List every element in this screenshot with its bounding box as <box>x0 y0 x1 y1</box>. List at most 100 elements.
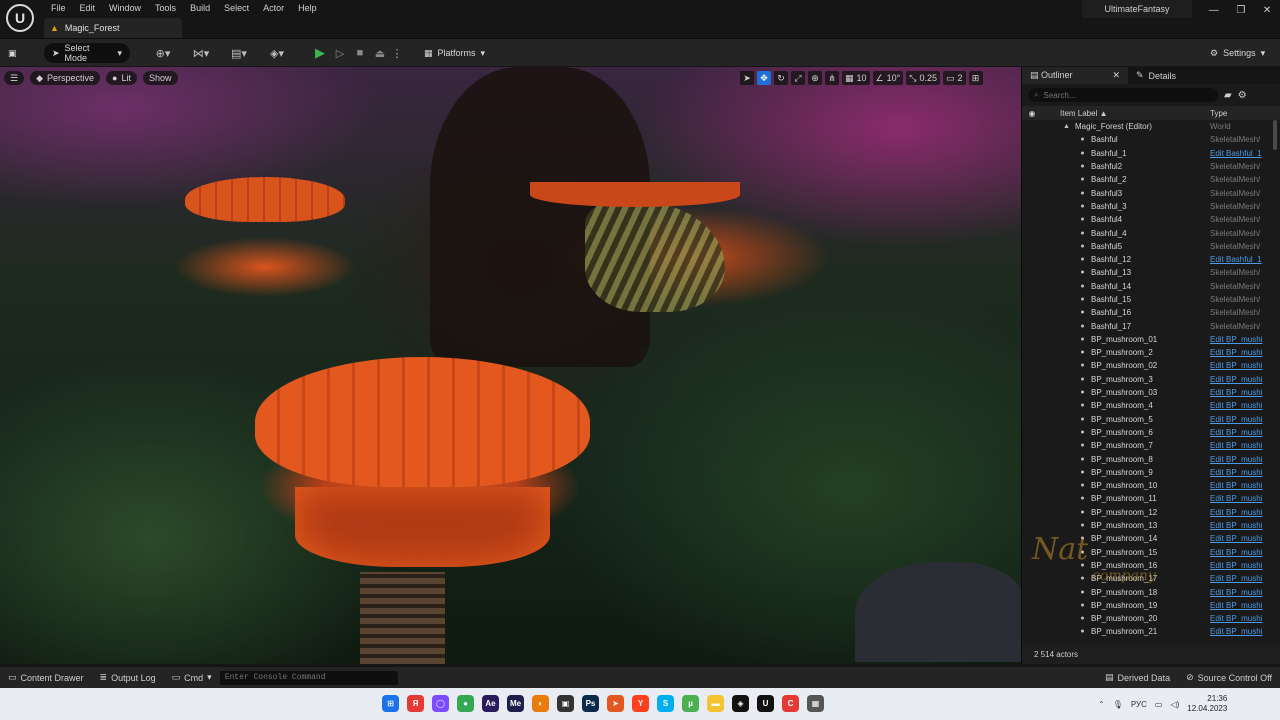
eye-icon[interactable]: ◉ <box>1022 109 1042 118</box>
windows-start-icon[interactable]: ⊞ <box>382 695 399 712</box>
grid-snap-button[interactable]: ▦ 10 <box>842 71 870 85</box>
edit-blueprint-link[interactable]: Edit BP_mushi <box>1210 361 1268 370</box>
outliner-row[interactable]: ● Bashful_14 SkeletalMesh/ <box>1022 280 1280 293</box>
save-button[interactable]: ▣ <box>8 43 26 63</box>
outliner-row[interactable]: ● Bashful SkeletalMesh/ <box>1022 133 1280 146</box>
outliner-row[interactable]: ● BP_mushroom_17 Edit BP_mushi <box>1022 572 1280 585</box>
blueprints-button[interactable]: ⋈▾ <box>188 43 214 63</box>
play-button[interactable]: ▶ <box>312 43 328 63</box>
translate-tool-button[interactable]: ✥ <box>757 71 771 85</box>
outliner-row[interactable]: ● BP_mushroom_02 Edit BP_mushi <box>1022 359 1280 372</box>
edit-blueprint-link[interactable]: Edit BP_mushi <box>1210 348 1268 357</box>
column-type[interactable]: Type <box>1210 109 1227 118</box>
blender-icon[interactable]: ◐ <box>532 695 549 712</box>
edit-blueprint-link[interactable]: Edit BP_mushi <box>1210 574 1268 583</box>
outliner-row[interactable]: ● Bashful3 SkeletalMesh/ <box>1022 186 1280 199</box>
outliner-row[interactable]: ● BP_mushroom_14 Edit BP_mushi <box>1022 532 1280 545</box>
alice-icon[interactable]: ◯ <box>432 695 449 712</box>
console-command-input[interactable] <box>219 670 398 685</box>
clock[interactable]: 21:36 12.04.2023 <box>1187 694 1227 714</box>
chevron-up-icon[interactable]: ⌃ <box>1098 700 1105 709</box>
edit-blueprint-link[interactable]: Edit Bashful_1 <box>1210 149 1268 158</box>
coreldraw-icon[interactable]: C <box>782 695 799 712</box>
yandex-icon[interactable]: Y <box>632 695 649 712</box>
microphone-icon[interactable]: 🎙 <box>1113 700 1123 709</box>
outliner-row[interactable]: ● Bashful_13 SkeletalMesh/ <box>1022 266 1280 279</box>
folder-add-icon[interactable]: ▰ <box>1224 90 1232 101</box>
language-indicator[interactable]: РУС <box>1131 700 1147 709</box>
outliner-row[interactable]: ● BP_mushroom_16 Edit BP_mushi <box>1022 559 1280 572</box>
lit-button[interactable]: ● Lit <box>106 71 137 85</box>
edit-blueprint-link[interactable]: Edit BP_mushi <box>1210 441 1268 450</box>
outliner-row[interactable]: ● Bashful_17 SkeletalMesh/ <box>1022 319 1280 332</box>
settings-dropdown[interactable]: ⚙ Settings ▾ <box>1210 43 1265 63</box>
outliner-row[interactable]: ● BP_mushroom_19 Edit BP_mushi <box>1022 599 1280 612</box>
surface-snap-button[interactable]: ⋔ <box>825 71 839 85</box>
tab-details[interactable]: ✎ Details <box>1128 67 1184 84</box>
edit-blueprint-link[interactable]: Edit BP_mushi <box>1210 335 1268 344</box>
chrome-icon[interactable]: ● <box>457 695 474 712</box>
edit-blueprint-link[interactable]: Edit BP_mushi <box>1210 481 1268 490</box>
nvidia-icon[interactable]: ◈ <box>732 695 749 712</box>
outliner-row[interactable]: ● Bashful4 SkeletalMesh/ <box>1022 213 1280 226</box>
column-item-label[interactable]: Item Label ▲ <box>1042 109 1210 118</box>
edit-blueprint-link[interactable]: Edit BP_mushi <box>1210 415 1268 424</box>
menu-window[interactable]: Window <box>102 2 148 14</box>
outliner-row[interactable]: ● BP_mushroom_7 Edit BP_mushi <box>1022 439 1280 452</box>
outliner-row[interactable]: ● Bashful2 SkeletalMesh/ <box>1022 160 1280 173</box>
edit-blueprint-link[interactable]: Edit BP_mushi <box>1210 375 1268 384</box>
yandex-browser-icon[interactable]: Я <box>407 695 424 712</box>
search-input[interactable] <box>1043 90 1204 100</box>
stop-button[interactable]: ■ <box>352 43 368 63</box>
outliner-row[interactable]: ● BP_mushroom_8 Edit BP_mushi <box>1022 452 1280 465</box>
media-encoder-icon[interactable]: Me <box>507 695 524 712</box>
menu-file[interactable]: File <box>44 2 73 14</box>
maximize-viewport-button[interactable]: ⊞ <box>968 71 983 85</box>
select-tool-button[interactable]: ➤ <box>740 71 754 85</box>
rotate-tool-button[interactable]: ↻ <box>774 71 788 85</box>
content-drawer-button[interactable]: ▭ Content Drawer <box>0 667 92 688</box>
edit-blueprint-link[interactable]: Edit Bashful_1 <box>1210 255 1268 264</box>
add-actor-button[interactable]: ⊕▾ <box>150 43 176 63</box>
outliner-row[interactable]: ● BP_mushroom_2 Edit BP_mushi <box>1022 346 1280 359</box>
arrow-app-icon[interactable]: ➤ <box>607 695 624 712</box>
outliner-row[interactable]: ● BP_mushroom_15 Edit BP_mushi <box>1022 546 1280 559</box>
minimize-icon[interactable]: — <box>1209 5 1219 16</box>
cinematics-button[interactable]: ▤▾ <box>226 43 252 63</box>
edit-blueprint-link[interactable]: Edit BP_mushi <box>1210 601 1268 610</box>
outliner-row[interactable]: ● BP_mushroom_03 Edit BP_mushi <box>1022 386 1280 399</box>
outliner-row[interactable]: ● BP_mushroom_3 Edit BP_mushi <box>1022 373 1280 386</box>
edit-blueprint-link[interactable]: Edit BP_mushi <box>1210 627 1268 636</box>
tab-outliner[interactable]: ▤ Outliner ✕ <box>1022 67 1128 84</box>
scale-snap-button[interactable]: ⤡ 0.25 <box>906 71 940 85</box>
file-explorer-icon[interactable]: ▬ <box>707 695 724 712</box>
calendar-app-icon[interactable]: ▦ <box>807 695 824 712</box>
skype-icon[interactable]: S <box>657 695 674 712</box>
menu-actor[interactable]: Actor <box>256 2 291 14</box>
outliner-row[interactable]: ● BP_mushroom_20 Edit BP_mushi <box>1022 612 1280 625</box>
outliner-row[interactable]: ● Bashful_2 SkeletalMesh/ <box>1022 173 1280 186</box>
select-mode-dropdown[interactable]: ➤ Select Mode ▾ <box>44 43 130 63</box>
davinci-icon[interactable]: ▣ <box>557 695 574 712</box>
edit-blueprint-link[interactable]: Edit BP_mushi <box>1210 548 1268 557</box>
level-tab[interactable]: ▲ Magic_Forest <box>44 18 182 38</box>
eject-button[interactable]: ⏏ <box>372 43 388 63</box>
outliner-row[interactable]: ● Bashful5 SkeletalMesh/ <box>1022 240 1280 253</box>
menu-tools[interactable]: Tools <box>148 2 183 14</box>
output-log-button[interactable]: ≣ Output Log <box>92 667 164 688</box>
edit-blueprint-link[interactable]: Edit BP_mushi <box>1210 534 1268 543</box>
play-options-button[interactable]: ⋮ <box>392 43 403 63</box>
close-tab-icon[interactable]: ✕ <box>1112 70 1120 81</box>
derived-data-button[interactable]: ▤ Derived Data <box>1097 667 1178 688</box>
show-button[interactable]: Show <box>142 71 178 85</box>
scale-tool-button[interactable]: ⤢ <box>791 71 805 85</box>
advance-frame-button[interactable]: ▷ <box>332 43 348 63</box>
perspective-button[interactable]: ◆ Perspective <box>30 71 101 85</box>
outliner-row[interactable]: ● BP_mushroom_18 Edit BP_mushi <box>1022 585 1280 598</box>
platforms-dropdown[interactable]: ▦ Platforms ▾ <box>424 43 485 63</box>
outliner-row[interactable]: ● BP_mushroom_10 Edit BP_mushi <box>1022 479 1280 492</box>
world-local-button[interactable]: ⊕ <box>808 71 822 85</box>
outliner-row[interactable]: ● BP_mushroom_6 Edit BP_mushi <box>1022 426 1280 439</box>
outliner-row[interactable]: ● Bashful_1 Edit Bashful_1 <box>1022 147 1280 160</box>
unreal-logo-icon[interactable]: U <box>6 4 34 32</box>
